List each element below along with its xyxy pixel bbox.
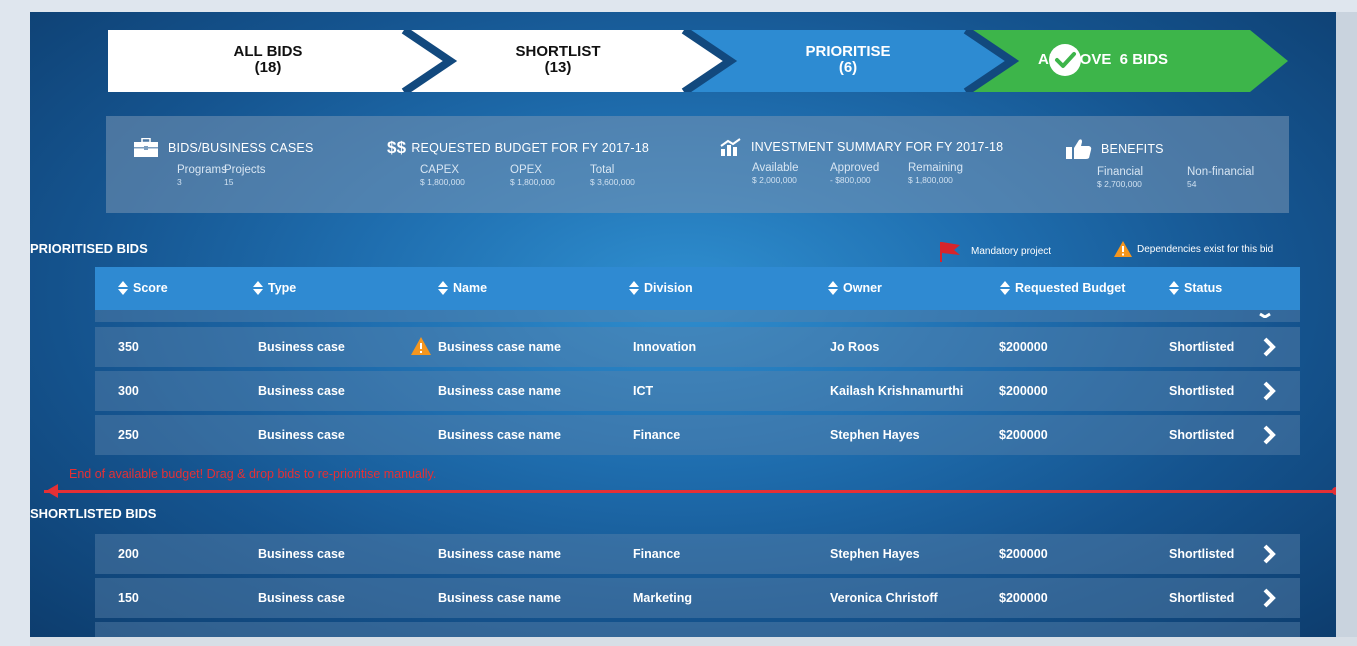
summary-available: Available $ 2,000,000 bbox=[752, 162, 799, 185]
step-all-bids[interactable]: ALL BIDS (18) bbox=[198, 44, 338, 76]
sort-arrows-icon bbox=[438, 281, 448, 295]
table-row[interactable]: 150 Business case Business case name Mar… bbox=[95, 578, 1300, 618]
summary-capex: CAPEX $ 1,800,000 bbox=[420, 164, 465, 187]
budget-warning: End of available budget! Drag & drop bid… bbox=[69, 467, 437, 481]
budget-cutoff-line[interactable] bbox=[44, 490, 1336, 493]
right-edge bbox=[1336, 12, 1357, 637]
chart-icon bbox=[720, 138, 741, 156]
sort-arrows-icon bbox=[828, 281, 838, 295]
summary-programs: Programs 3 bbox=[177, 164, 227, 187]
summary-projects: Projects 15 bbox=[224, 164, 266, 187]
summary-remaining: Remaining $ 1,800,000 bbox=[908, 162, 963, 185]
chevron-right-icon[interactable] bbox=[1258, 587, 1280, 609]
sort-division[interactable]: Division bbox=[629, 281, 693, 295]
legend-dependencies: Dependencies exist for this bid bbox=[1113, 240, 1273, 258]
bid-prioritisation-app: ALL BIDS (18) SHORTLIST (13) PRIORITISE … bbox=[30, 12, 1336, 637]
sort-arrows-icon bbox=[253, 281, 263, 295]
flag-icon bbox=[940, 242, 960, 262]
check-circle-icon bbox=[1049, 44, 1081, 76]
summary-total: Total $ 3,600,000 bbox=[590, 164, 635, 187]
summary-bids: BIDS/BUSINESS CASES Programs 3 Projects 15 bbox=[133, 138, 314, 187]
step-prioritise[interactable]: PRIORITISE (6) bbox=[768, 44, 928, 76]
sort-arrows-icon bbox=[1000, 281, 1010, 295]
chevron-right-icon[interactable] bbox=[1258, 424, 1280, 446]
chevron-right-icon[interactable] bbox=[1258, 380, 1280, 402]
sort-score[interactable]: Score bbox=[118, 281, 168, 295]
sort-requested-budget[interactable]: Requested Budget bbox=[1000, 281, 1125, 295]
summary-benefits-title: BENEFITS bbox=[1101, 142, 1164, 156]
summary-budget-title: REQUESTED BUDGET FOR FY 2017-18 bbox=[411, 141, 650, 155]
summary-panel: BIDS/BUSINESS CASES Programs 3 Projects 15… bbox=[106, 116, 1289, 213]
summary-financial: Financial $ 2,700,000 bbox=[1097, 166, 1144, 189]
sort-status[interactable]: Status bbox=[1169, 281, 1222, 295]
table-row[interactable]: 300 Business case Business case name ICT… bbox=[95, 371, 1300, 411]
step-all-bids-count: (18) bbox=[254, 59, 282, 76]
summary-benefits: BENEFITS Financial $ 2,700,000 Non-financ… bbox=[1066, 138, 1277, 189]
approve-bids-button[interactable]: APPROVE 6 BIDS bbox=[1038, 44, 1278, 76]
table-header: Score Type Name Division Owner Requested… bbox=[95, 267, 1300, 310]
prioritised-bids-title: PRIORITISED BIDS bbox=[30, 241, 148, 256]
cutoff-handle[interactable] bbox=[1332, 487, 1336, 495]
sort-type[interactable]: Type bbox=[253, 281, 296, 295]
shortlisted-bids-title: SHORTLISTED BIDS bbox=[30, 506, 157, 521]
thumbs-up-icon bbox=[1066, 139, 1092, 159]
chevron-right-icon[interactable] bbox=[1258, 543, 1280, 565]
summary-opex: OPEX $ 1,800,000 bbox=[510, 164, 555, 187]
summary-bids-title: BIDS/BUSINESS CASES bbox=[168, 141, 314, 155]
process-steps: ALL BIDS (18) SHORTLIST (13) PRIORITISE … bbox=[108, 30, 1288, 92]
sort-owner[interactable]: Owner bbox=[828, 281, 882, 295]
arrow-left-icon bbox=[46, 484, 58, 498]
step-all-bids-title: ALL BIDS bbox=[233, 43, 303, 60]
sort-arrows-icon bbox=[118, 281, 128, 295]
summary-investment-title: INVESTMENT SUMMARY FOR FY 2017-18 bbox=[751, 140, 1004, 154]
bottom-edge bbox=[30, 637, 1357, 646]
warning-icon bbox=[411, 337, 431, 355]
table-row[interactable]: 350 Business case Business case name Inn… bbox=[95, 327, 1300, 367]
step-prioritise-count: (6) bbox=[838, 59, 858, 76]
legend-mandatory-label: Mandatory project bbox=[971, 245, 1052, 257]
step-shortlist[interactable]: SHORTLIST (13) bbox=[478, 44, 638, 76]
summary-budget: $$ REQUESTED BUDGET FOR FY 2017-18 CAPEX… bbox=[387, 138, 660, 187]
step-shortlist-title: SHORTLIST bbox=[515, 43, 601, 60]
sort-name[interactable]: Name bbox=[438, 281, 487, 295]
briefcase-icon bbox=[134, 138, 158, 157]
summary-investment: INVESTMENT SUMMARY FOR FY 2017-18 Availa… bbox=[720, 138, 1003, 185]
table-row[interactable]: 200 Business case Business case name Fin… bbox=[95, 534, 1300, 574]
summary-non-financial: Non-financial 54 bbox=[1187, 166, 1255, 189]
warning-icon bbox=[1114, 241, 1132, 257]
step-prioritise-title: PRIORITISE bbox=[805, 43, 891, 60]
table-row-partial[interactable] bbox=[95, 310, 1300, 322]
table-row[interactable]: 250 Business case Business case name Fin… bbox=[95, 415, 1300, 455]
legend-mandatory: Mandatory project bbox=[938, 240, 1051, 262]
summary-approved: Approved - $800,000 bbox=[830, 162, 880, 185]
step-shortlist-count: (13) bbox=[544, 59, 572, 76]
chevron-right-icon[interactable] bbox=[1258, 310, 1272, 318]
sort-arrows-icon bbox=[629, 281, 639, 295]
table-row-partial[interactable] bbox=[95, 622, 1300, 637]
sort-arrows-icon bbox=[1169, 281, 1179, 295]
dollar-icon: $$ bbox=[387, 138, 407, 157]
chevron-right-icon[interactable] bbox=[1258, 336, 1280, 358]
legend-dependencies-label: Dependencies exist for this bid bbox=[1137, 243, 1274, 255]
